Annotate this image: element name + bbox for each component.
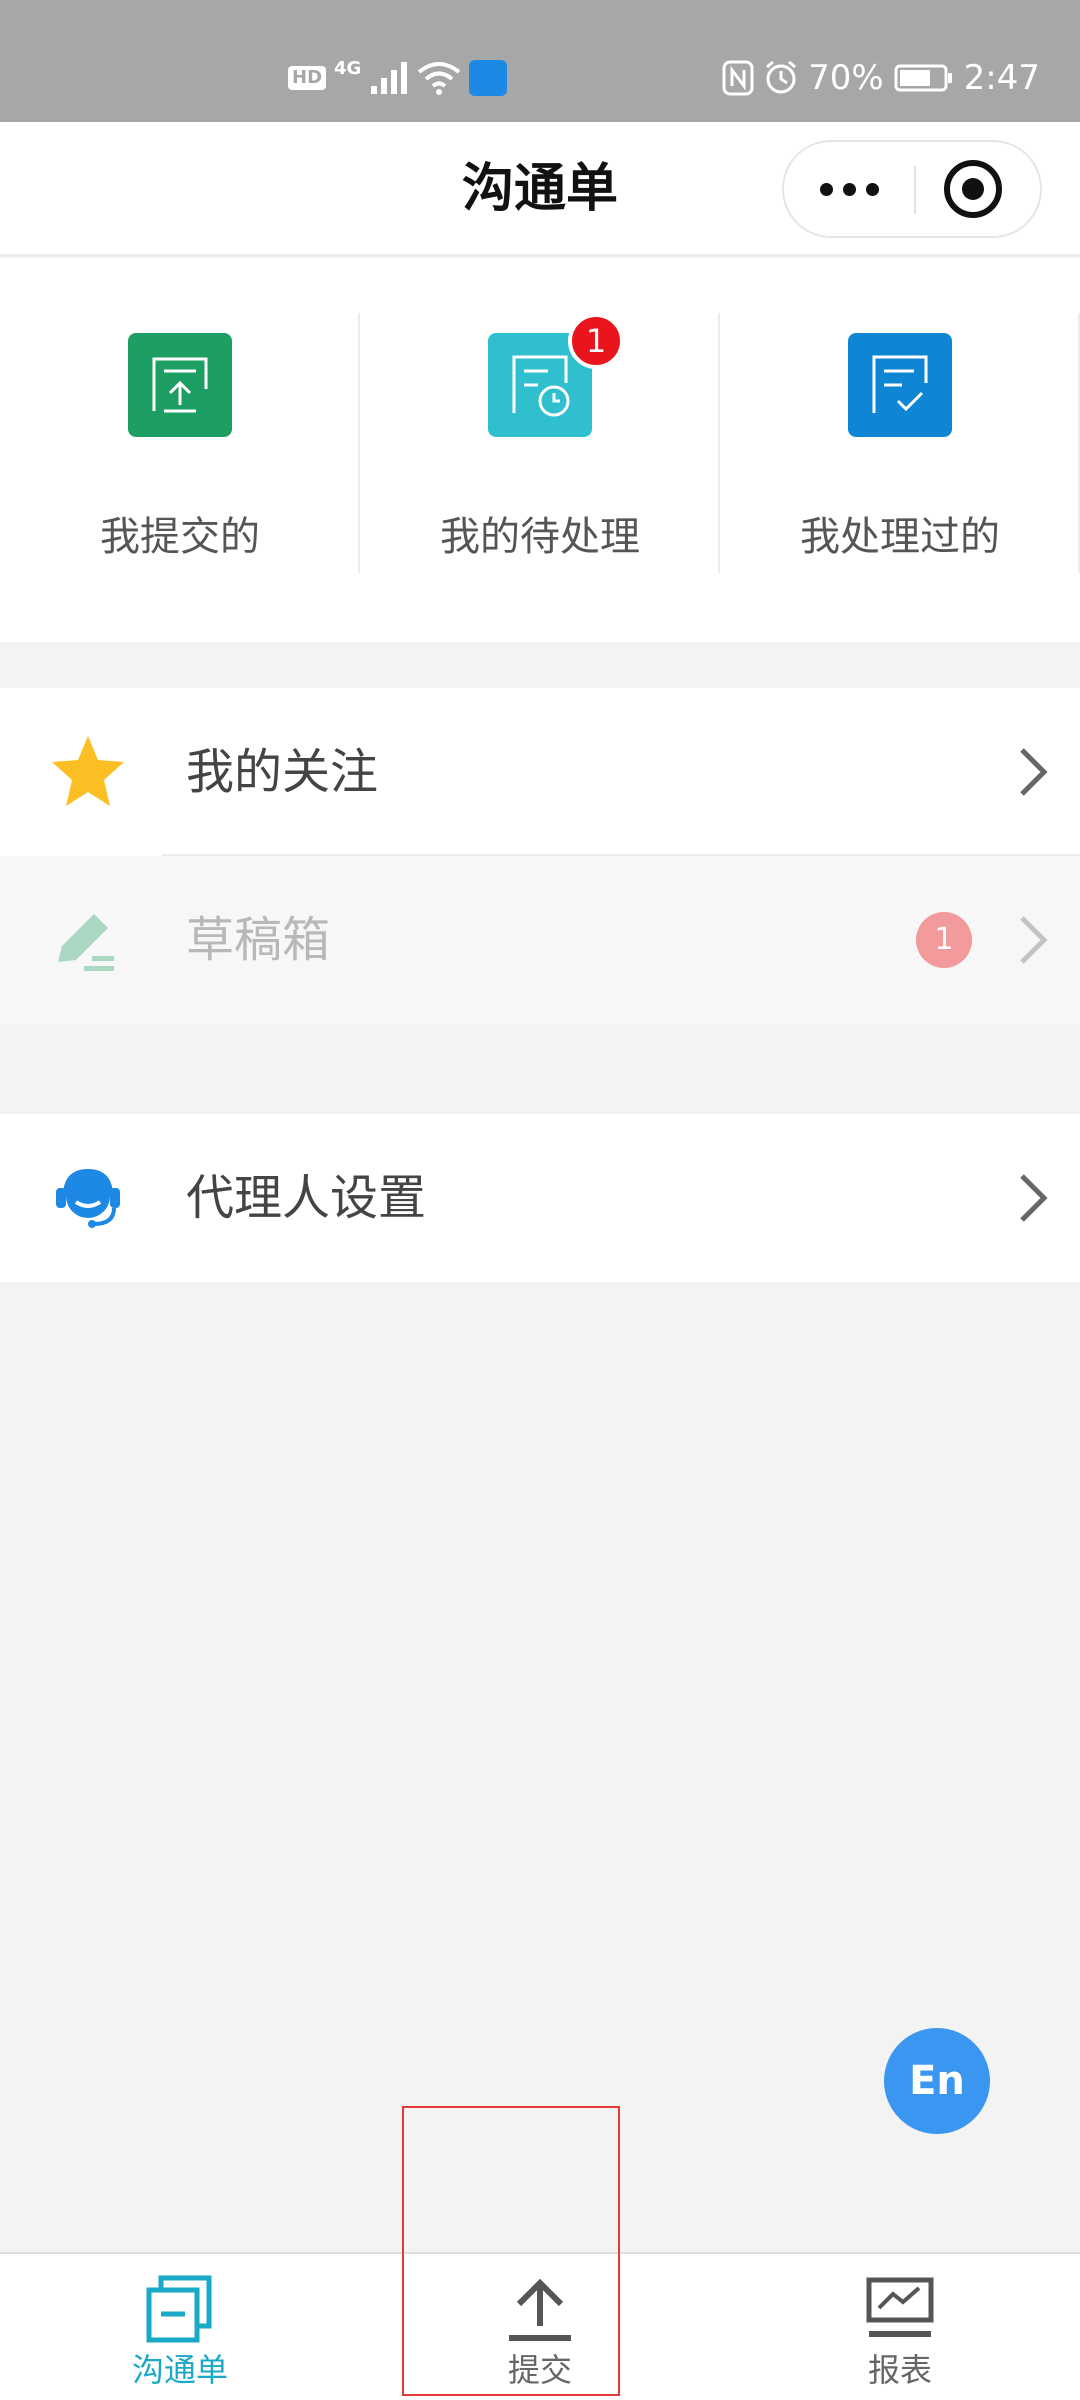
status-bar: HD 4G 70% 2:47: [0, 0, 1080, 122]
network-type: 4G: [334, 57, 362, 79]
clock-time: 2:47: [963, 58, 1040, 98]
tab-report[interactable]: 报表: [720, 2254, 1080, 2400]
more-button[interactable]: [784, 142, 914, 236]
more-dot-icon: [842, 182, 856, 196]
submit-icon: [128, 333, 232, 437]
tab-ticket[interactable]: 沟通单: [0, 2254, 360, 2400]
row-label: 我的关注: [186, 744, 379, 800]
chevron-right-icon: [1012, 914, 1052, 966]
support-agent-icon: [48, 1158, 128, 1238]
row-label: 草稿箱: [186, 912, 331, 968]
hd-indicator: HD: [288, 66, 327, 90]
row-drafts[interactable]: 草稿箱 1: [0, 856, 1080, 1024]
tab-label: 提交: [507, 2351, 572, 2389]
upload-icon: [505, 2274, 575, 2344]
tile-label: 我处理过的: [800, 514, 1000, 560]
tab-label: 沟通单: [131, 2351, 228, 2389]
language-toggle-button[interactable]: En: [884, 2028, 990, 2134]
tab-label: 报表: [867, 2351, 932, 2389]
row-agent-settings[interactable]: 代理人设置: [0, 1114, 1080, 1282]
tile-label: 我提交的: [100, 514, 260, 560]
tile-submitted[interactable]: 我提交的: [0, 313, 360, 573]
tile-processed[interactable]: 我处理过的: [720, 313, 1080, 573]
processed-icon: [848, 333, 952, 437]
tile-pending[interactable]: 1 我的待处理: [360, 313, 720, 573]
nfc-icon: [722, 60, 754, 96]
close-target-icon[interactable]: [944, 160, 1002, 218]
signal-icon: [371, 62, 408, 94]
chevron-right-icon: [1012, 1172, 1052, 1224]
battery-icon: [894, 64, 952, 92]
mini-program-capsule: [782, 140, 1042, 238]
quick-actions: 我提交的 1 我的待处理 我处理过的: [0, 258, 1080, 642]
tab-bar: 沟通单 提交 报表: [0, 2252, 1080, 2400]
status-right: 70% 2:47: [722, 56, 1040, 100]
report-icon: [865, 2274, 935, 2344]
nav-bar: 沟通单: [0, 122, 1080, 256]
alarm-icon: [766, 60, 797, 94]
status-left: HD 4G: [288, 56, 508, 100]
tab-submit[interactable]: 提交: [360, 2254, 720, 2400]
row-label: 代理人设置: [186, 1170, 427, 1226]
row-my-follows[interactable]: 我的关注: [0, 688, 1080, 856]
star-icon: [48, 732, 128, 812]
chevron-right-icon: [1012, 746, 1052, 798]
wifi-icon: [418, 62, 461, 95]
ticket-icon: [145, 2274, 215, 2344]
more-dot-icon: [865, 182, 879, 196]
battery-percent: 70%: [808, 58, 884, 98]
pending-count-badge: 1: [568, 313, 624, 369]
capsule-divider: [914, 166, 916, 214]
tile-label: 我的待处理: [440, 514, 640, 560]
draft-count-badge: 1: [916, 912, 972, 968]
more-dot-icon: [819, 182, 833, 196]
app-notification-icon: [469, 60, 508, 96]
edit-icon: [48, 900, 128, 980]
